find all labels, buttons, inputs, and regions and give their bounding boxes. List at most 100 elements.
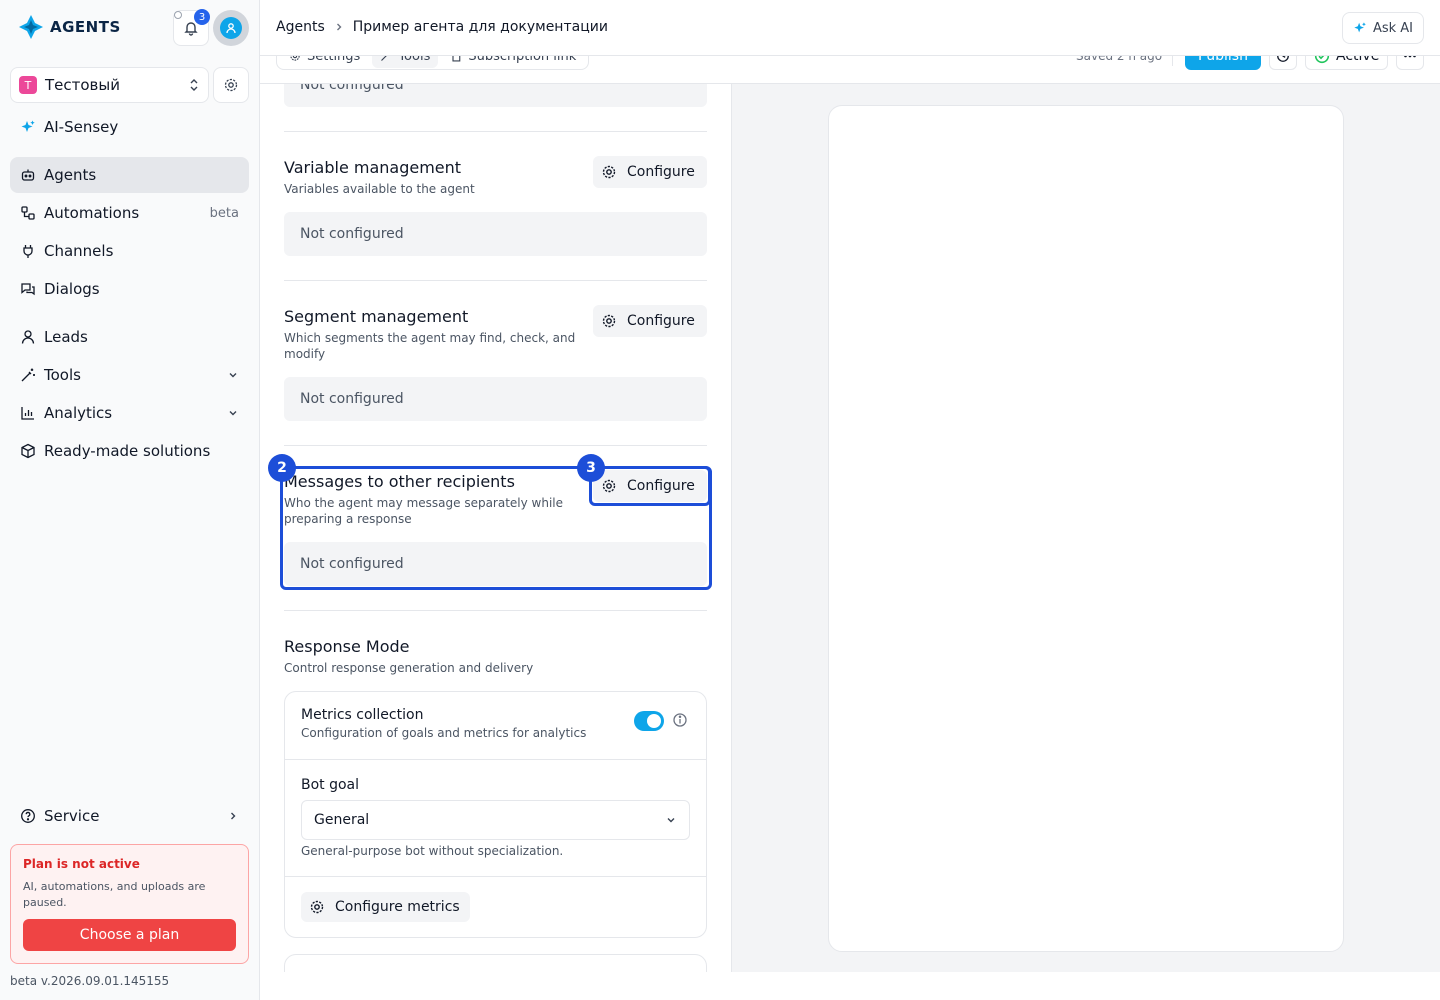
configure-segments-button[interactable]: Configure [593,305,707,337]
sidebar-item-label: Ready-made solutions [44,442,211,460]
sidebar-item-dialogs[interactable]: Dialogs [10,271,249,307]
plan-title: Plan is not active [23,857,140,871]
sidebar-item-label: AI-Sensey [44,118,119,136]
user-icon [20,329,36,345]
divider [284,280,707,281]
button-label: Configure [627,164,695,180]
sidebar-item-agents[interactable]: Agents [10,157,249,193]
sidebar-item-ai-sensey[interactable]: AI-Sensey [10,109,249,145]
sidebar-item-leads[interactable]: Leads [10,319,249,355]
sidebar-item-label: Service [44,807,100,825]
bot-goal-label: Bot goal [301,777,360,793]
package-icon [20,443,36,459]
step-marker-3: 3 [577,454,605,482]
divider [284,445,707,446]
sidebar-item-label: Agents [44,166,97,184]
gear-icon [602,165,616,179]
chevron-down-icon [667,818,675,823]
section-title: Segment management [284,307,469,326]
section-description: Which segments the agent may find, check… [284,331,576,361]
workspace-settings-button[interactable] [213,67,249,103]
sidebar-item-label: Channels [44,242,114,260]
logo-text: AGENTS [50,18,121,36]
metrics-card: Metrics collection Configuration of goal… [284,691,707,938]
workspace-badge: T [19,76,37,94]
next-card [284,954,707,972]
gear-icon [602,314,616,328]
configure-variables-button[interactable]: Configure [593,156,707,188]
user-avatar-button[interactable] [213,10,249,46]
choose-plan-button[interactable]: Choose a plan [23,919,236,951]
section-description: Control response generation and delivery [284,661,534,675]
sidebar-item-analytics[interactable]: Analytics [10,395,249,431]
chevron-updown-icon [190,79,198,91]
not-configured-box: Not configured [284,84,707,107]
gear-icon [310,900,324,914]
chevron-right-icon [231,812,236,820]
bot-goal-value: General [314,812,370,828]
workspace-select[interactable]: T Тестовый [10,67,209,103]
sidebar-item-label: Leads [44,328,88,346]
ask-ai-label: Ask AI [1372,20,1413,36]
breadcrumb-agents-link[interactable]: Agents [276,19,325,35]
breadcrumb: Agents Пример агента для документации [276,19,608,35]
plan-warning: Plan is not active AI, automations, and … [10,844,249,964]
ask-ai-button[interactable]: Ask AI [1341,12,1424,44]
sidebar-item-label: Dialogs [44,280,100,298]
sidebar-item-service[interactable]: Service [10,798,249,834]
user-icon [226,23,236,34]
sidebar-item-solutions[interactable]: Ready-made solutions [10,433,249,469]
button-label: Configure [627,313,695,329]
sparkle-icon [1354,22,1366,33]
info-icon[interactable] [672,712,688,728]
divider [284,131,707,132]
bot-goal-hint: General-purpose bot without specializati… [301,844,564,858]
sidebar-item-automations[interactable]: Automations beta [10,195,249,231]
chat-preview-panel [828,105,1344,952]
sidebar-item-channels[interactable]: Channels [10,233,249,269]
notifications-badge: 3 [194,9,210,25]
step-marker-2: 2 [268,454,296,482]
metrics-toggle[interactable] [634,711,664,731]
magic-wand-icon [20,367,36,383]
bot-goal-row: Bot goal General General-purpose bot wit… [285,760,706,877]
button-label: Configure metrics [335,899,460,915]
sidebar-item-label: Analytics [44,404,113,422]
segments-section: Segment management Which segments the ag… [284,307,584,362]
configure-metrics-button[interactable]: Configure metrics [301,892,470,922]
response-mode-section: Response Mode Control response generatio… [284,637,707,676]
chevron-down-icon [229,373,237,378]
breadcrumb-current: Пример агента для документации [352,19,608,35]
gear-icon [224,78,238,92]
workflow-icon [20,205,36,221]
sidebar-item-tools[interactable]: Tools [10,357,249,393]
chevron-down-icon [229,411,237,416]
sidebar: AGENTS 3 T Тестовый AI-Sensey Agents Aut… [0,0,260,1000]
top-bar: Agents Пример агента для документации As… [260,0,1440,56]
bot-goal-select[interactable]: General [301,800,690,840]
app-version: beta v.2026.09.01.145155 [10,974,170,988]
beta-badge: beta [209,205,239,221]
metrics-title: Metrics collection [301,707,424,723]
not-configured-text: Not configured [300,391,404,407]
bot-icon [20,167,36,183]
preview-area [732,84,1440,972]
sparkle-icon [20,119,36,135]
not-configured-text: Not configured [300,84,404,93]
chevron-right-icon [336,23,342,31]
chat-icon [20,281,36,297]
plug-icon [20,243,36,259]
metrics-description: Configuration of goals and metrics for a… [301,726,587,740]
status-ring-icon [174,11,182,19]
bar-chart-icon [20,405,36,421]
metrics-toggle-row: Metrics collection Configuration of goal… [285,692,706,760]
section-title: Response Mode [284,637,410,656]
plan-description: AI, automations, and uploads are paused. [23,880,206,909]
app-logo[interactable]: AGENTS [18,14,121,40]
not-configured-text: Not configured [300,226,404,242]
sidebar-item-label: Tools [44,366,81,384]
not-configured-box: Not configured [284,377,707,421]
agent-tools-panel: Not configured Variable management Varia… [260,84,732,972]
help-circle-icon [20,808,36,824]
logo-icon [19,15,43,39]
